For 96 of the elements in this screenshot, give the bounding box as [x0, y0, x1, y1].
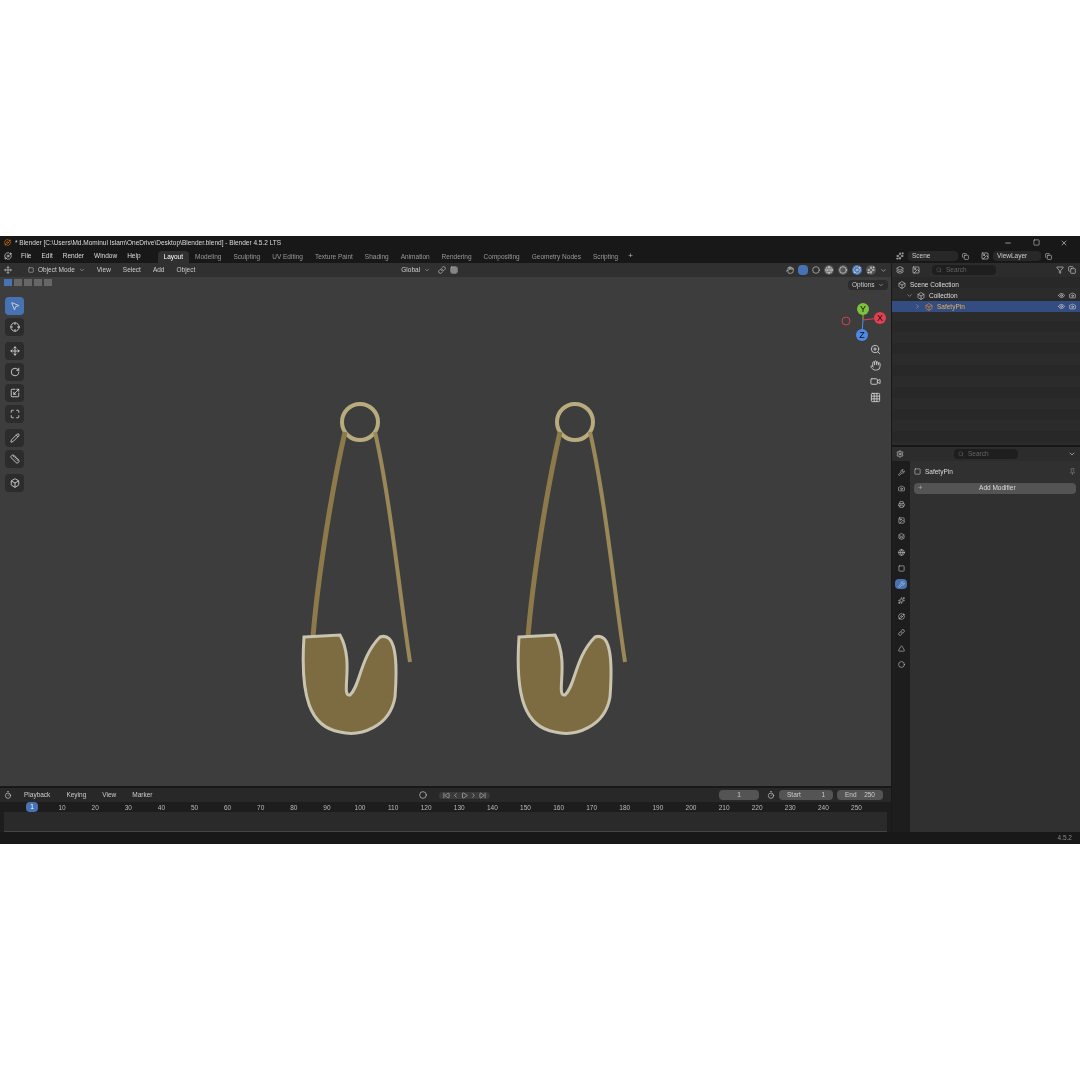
- collection-icon: [917, 291, 925, 300]
- cursor-tool-button[interactable]: [5, 318, 24, 336]
- solid-shading-button[interactable]: [838, 265, 848, 275]
- editor-type-icon[interactable]: [4, 791, 12, 799]
- caret-icon: [424, 267, 431, 273]
- blender-menu-icon[interactable]: [4, 252, 12, 260]
- annotate-tool-button[interactable]: [5, 429, 24, 447]
- transform-tool-button[interactable]: [5, 405, 24, 423]
- measure-tool-button[interactable]: [5, 450, 24, 468]
- play-icon[interactable]: [461, 791, 469, 799]
- add-cube-tool-icon: [9, 478, 20, 488]
- data-icon: [897, 644, 905, 652]
- annotate-tool-icon: [9, 433, 20, 443]
- modifier-icon: [897, 580, 905, 588]
- rotate-tool-button[interactable]: [5, 363, 24, 381]
- tool-icon: [897, 468, 905, 476]
- scale-tool-button[interactable]: [5, 384, 24, 402]
- new-scene-icon[interactable]: [962, 252, 969, 260]
- world-tab-icon[interactable]: [895, 547, 907, 557]
- previous-key-icon[interactable]: [452, 791, 460, 799]
- tool-tab-icon[interactable]: [895, 467, 907, 477]
- jump-end-icon[interactable]: [479, 791, 487, 799]
- filter-view-icon[interactable]: [912, 266, 920, 274]
- move-tool-icon: [9, 346, 20, 356]
- constraints-icon: [897, 628, 905, 636]
- object-tab-icon[interactable]: [895, 563, 907, 573]
- render-icon[interactable]: [1069, 303, 1076, 310]
- output-icon: [897, 500, 905, 508]
- physics-icon: [897, 612, 905, 620]
- next-key-icon[interactable]: [470, 791, 478, 799]
- constraints-tab-icon[interactable]: [895, 627, 907, 637]
- output-tab-icon[interactable]: [895, 499, 907, 509]
- wireframe-shading-icon: [825, 266, 833, 274]
- new-view-layer-icon[interactable]: [1045, 252, 1052, 260]
- pan-icon[interactable]: [870, 360, 881, 371]
- render-icon: [897, 484, 905, 492]
- grid-icon[interactable]: [870, 392, 881, 403]
- physics-tab-icon[interactable]: [895, 611, 907, 621]
- close-icon: [1060, 238, 1068, 247]
- view-layer-tab-icon[interactable]: [895, 515, 907, 525]
- particles-tab-icon[interactable]: [895, 595, 907, 605]
- material-icon: [897, 660, 905, 668]
- caret-icon: [878, 282, 885, 288]
- display-mode-icon[interactable]: [896, 266, 904, 274]
- material-tab-icon[interactable]: [895, 659, 907, 669]
- view-layer-icon: [897, 516, 905, 524]
- solid-shading-icon: [839, 266, 847, 274]
- particles-icon: [897, 596, 905, 604]
- object-icon: [914, 468, 921, 476]
- app-logo-icon: [4, 239, 11, 246]
- options-icon[interactable]: [1068, 450, 1076, 458]
- collection-icon: [898, 280, 906, 289]
- render-icon[interactable]: [1069, 292, 1076, 299]
- rendered-shading-button[interactable]: [866, 265, 876, 275]
- object-mode-icon: [28, 267, 34, 273]
- add-cube-tool-button[interactable]: [5, 474, 24, 492]
- visibility-icon[interactable]: [1058, 303, 1065, 310]
- search-icon: [936, 267, 942, 273]
- shading-options-icon[interactable]: [880, 266, 887, 274]
- collection-icon: [925, 302, 933, 311]
- editor-type-icon[interactable]: [896, 450, 904, 458]
- camera-icon[interactable]: [870, 376, 881, 387]
- search-icon: [958, 451, 964, 457]
- filter-icon[interactable]: [1056, 266, 1064, 274]
- add-workspace-button[interactable]: +: [624, 250, 637, 262]
- rendered-shading-icon: [867, 266, 875, 274]
- rotate-tool-icon: [9, 367, 20, 377]
- preview-range-icon[interactable]: [767, 791, 775, 799]
- world-icon: [897, 548, 905, 556]
- auto-key-icon[interactable]: [419, 791, 428, 799]
- material-shading-button[interactable]: [852, 265, 862, 275]
- overlay-icon[interactable]: [812, 266, 820, 274]
- object-icon: [897, 564, 905, 572]
- visibility-icon[interactable]: [1058, 292, 1065, 299]
- navigation-gizmo[interactable]: Y X Z: [838, 302, 888, 342]
- gizmo-toggle-icon[interactable]: [798, 265, 808, 275]
- measure-tool-icon: [9, 454, 20, 464]
- maximize-icon: [1032, 239, 1040, 246]
- select-tool-button[interactable]: [5, 297, 24, 315]
- new-collection-icon[interactable]: [1068, 266, 1076, 274]
- editor-type-icon[interactable]: [4, 266, 12, 274]
- zoom-icon[interactable]: [870, 344, 881, 355]
- select-tool-icon: [9, 301, 20, 311]
- caret-icon: [78, 267, 85, 273]
- jump-start-icon[interactable]: [443, 791, 451, 799]
- scale-tool-icon: [9, 388, 20, 398]
- wireframe-shading-button[interactable]: [824, 265, 834, 275]
- move-tool-button[interactable]: [5, 342, 24, 360]
- data-tab-icon[interactable]: [895, 643, 907, 653]
- timeline-track[interactable]: [4, 812, 887, 832]
- cursor-tool-icon: [9, 322, 20, 332]
- view-layer-icon[interactable]: [981, 252, 989, 260]
- render-tab-icon[interactable]: [895, 483, 907, 493]
- modifier-tab-icon[interactable]: [895, 579, 907, 589]
- transform-tool-icon: [9, 409, 20, 419]
- material-shading-icon: [853, 266, 861, 274]
